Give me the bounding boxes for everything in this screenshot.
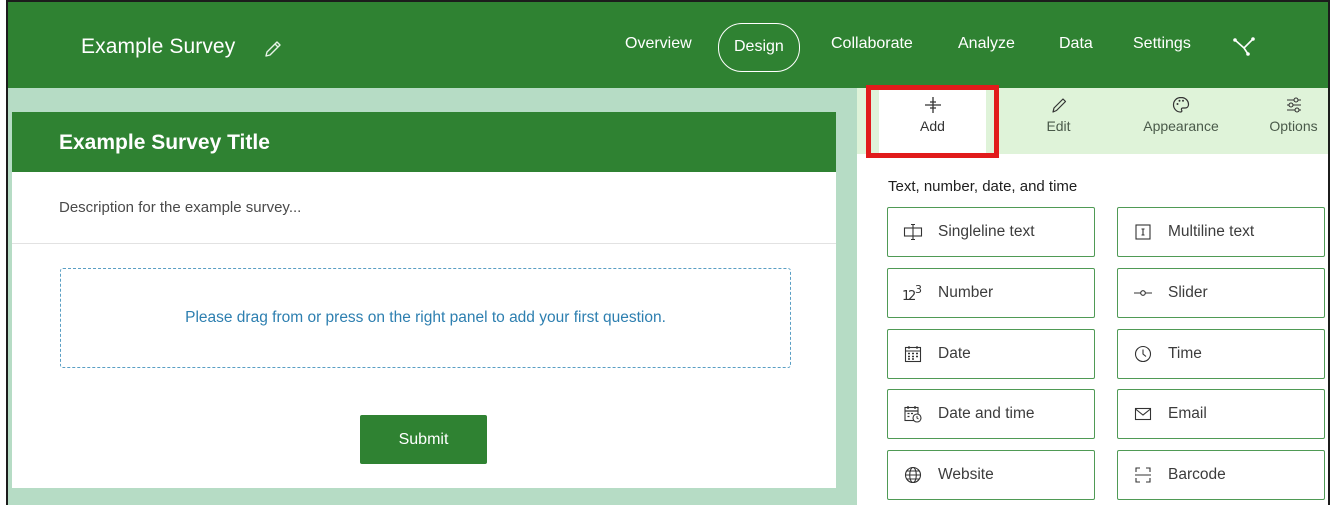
- dropzone-hint: Please drag from or press on the right p…: [185, 309, 666, 326]
- question-email[interactable]: Email: [1117, 389, 1325, 439]
- tab-label: Add: [920, 118, 945, 134]
- question-singleline-text[interactable]: Singleline text: [887, 207, 1095, 257]
- question-label: Time: [1168, 345, 1202, 362]
- question-date[interactable]: Date: [887, 329, 1095, 379]
- question-label: Email: [1168, 405, 1207, 422]
- barcode-icon: [1132, 464, 1154, 486]
- question-multiline-text[interactable]: Multiline text: [1117, 207, 1325, 257]
- question-barcode[interactable]: Barcode: [1117, 450, 1325, 500]
- slider-icon: [1132, 282, 1154, 304]
- nav-overview[interactable]: Overview: [625, 35, 692, 53]
- question-label: Date and time: [938, 405, 1035, 422]
- envelope-icon: [1132, 403, 1154, 425]
- question-time[interactable]: Time: [1117, 329, 1325, 379]
- tab-options[interactable]: Options: [1257, 88, 1328, 154]
- number-icon: 123: [902, 282, 924, 304]
- panel-tabs: Add Edit Appearance Options: [857, 85, 1328, 158]
- section-title: Text, number, date, and time: [888, 178, 1078, 195]
- app-window: Example Survey Overview Design Collabora…: [6, 0, 1330, 505]
- calendar-clock-icon: [902, 403, 924, 425]
- tab-add[interactable]: Add: [879, 88, 986, 154]
- question-date-and-time[interactable]: Date and time: [887, 389, 1095, 439]
- top-nav: Overview Design Collaborate Analyze Data…: [8, 2, 1328, 88]
- tab-appearance[interactable]: Appearance: [1127, 88, 1235, 154]
- tab-label: Appearance: [1143, 118, 1219, 134]
- nav-settings[interactable]: Settings: [1133, 35, 1191, 53]
- submit-button[interactable]: Submit: [360, 415, 487, 464]
- globe-icon: [902, 464, 924, 486]
- question-dropzone[interactable]: Please drag from or press on the right p…: [60, 268, 791, 368]
- form-description[interactable]: Description for the example survey...: [12, 172, 836, 244]
- palette-icon: [1172, 96, 1190, 113]
- question-label: Website: [938, 466, 994, 483]
- nav-collaborate[interactable]: Collaborate: [831, 35, 913, 53]
- clock-icon: [1132, 343, 1154, 365]
- sliders-icon: [1286, 97, 1301, 113]
- question-website[interactable]: Website: [887, 450, 1095, 500]
- share-icon[interactable]: [1232, 34, 1256, 58]
- multiline-text-icon: [1132, 221, 1154, 243]
- question-label: Multiline text: [1168, 223, 1255, 240]
- tab-label: Options: [1269, 118, 1318, 134]
- question-label: Date: [938, 345, 971, 362]
- question-slider[interactable]: Slider: [1117, 268, 1325, 318]
- svg-text:3: 3: [915, 283, 922, 296]
- tab-edit[interactable]: Edit: [1006, 88, 1111, 154]
- tab-label: Edit: [1046, 118, 1071, 134]
- question-panel: Add Edit Appearance Options Text, number…: [857, 85, 1328, 505]
- question-label: Number: [938, 284, 994, 301]
- top-bar: Example Survey Overview Design Collabora…: [8, 2, 1328, 88]
- survey-canvas: Example Survey Title Description for the…: [8, 88, 857, 505]
- nav-analyze[interactable]: Analyze: [958, 35, 1015, 53]
- plus-icon: [924, 97, 941, 113]
- question-number[interactable]: 123 Number: [887, 268, 1095, 318]
- nav-design[interactable]: Design: [718, 23, 800, 72]
- pencil-icon: [1051, 98, 1066, 113]
- nav-data[interactable]: Data: [1059, 35, 1093, 53]
- survey-form: Example Survey Title Description for the…: [12, 112, 836, 488]
- singleline-text-icon: [902, 221, 924, 243]
- form-title[interactable]: Example Survey Title: [12, 112, 836, 172]
- calendar-icon: [902, 343, 924, 365]
- question-label: Barcode: [1168, 466, 1226, 483]
- question-label: Slider: [1168, 284, 1208, 301]
- question-label: Singleline text: [938, 223, 1035, 240]
